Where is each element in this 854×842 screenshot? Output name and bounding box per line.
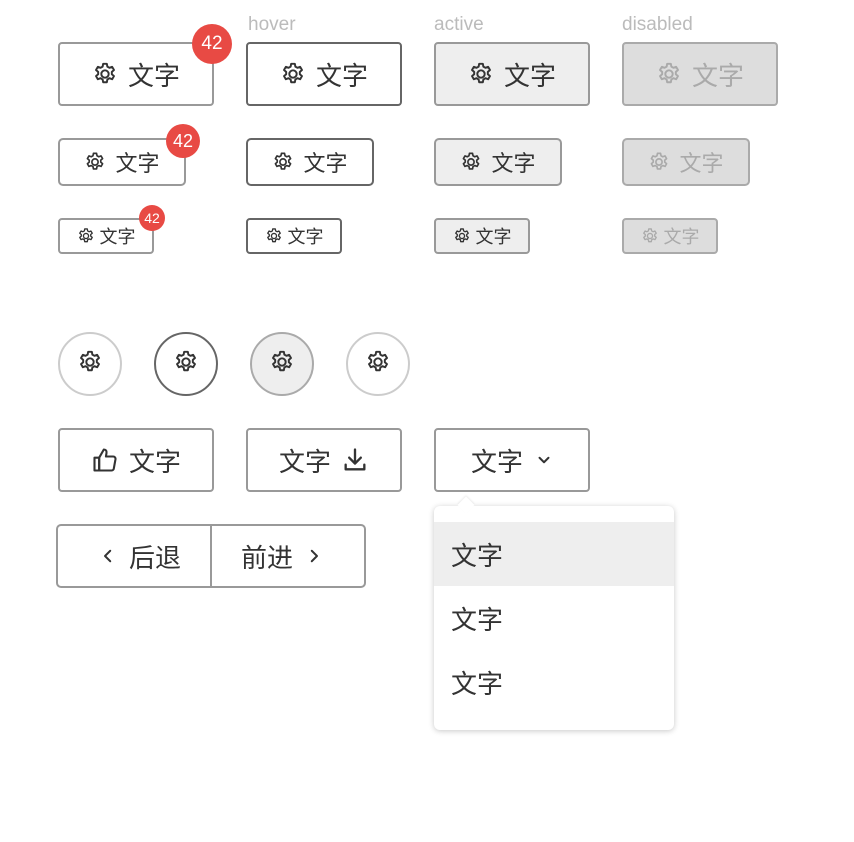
button-label: 文字 (470, 447, 523, 478)
button-label: 文字 (115, 152, 160, 177)
dropdown-button[interactable]: 文字 (434, 428, 590, 492)
notification-badge: 42 (192, 24, 232, 64)
state-label-active: active (434, 14, 484, 35)
button-label: 文字 (287, 227, 324, 248)
back-button[interactable]: 后退 (58, 526, 210, 586)
forward-button[interactable]: 前进 (210, 526, 364, 586)
icon-button-active[interactable] (250, 332, 314, 396)
gear-icon (265, 227, 283, 245)
gear-icon (77, 227, 95, 245)
large-button-default[interactable]: 文字 (58, 42, 214, 106)
gear-icon (656, 61, 682, 87)
gear-icon (468, 61, 494, 87)
button-label: 文字 (491, 152, 536, 177)
button-label: 文字 (278, 447, 331, 478)
gear-icon (648, 151, 670, 173)
button-label: 文字 (475, 227, 512, 248)
back-forward-group: 后退 前进 (56, 524, 366, 588)
large-button-hover[interactable]: 文字 (246, 42, 402, 106)
large-button-active[interactable]: 文字 (434, 42, 590, 106)
gear-icon (280, 61, 306, 87)
thumbs-up-icon (91, 446, 119, 474)
button-label: 文字 (127, 61, 180, 92)
button-label: 文字 (691, 61, 744, 92)
gear-icon (272, 151, 294, 173)
gear-icon (92, 61, 118, 87)
small-button-disabled: 文字 (622, 218, 718, 254)
download-icon (341, 446, 369, 474)
chevron-down-icon (535, 451, 553, 469)
chevron-left-icon (87, 547, 129, 565)
button-label: 文字 (503, 61, 556, 92)
gear-icon (365, 349, 391, 379)
button-label: 文字 (663, 227, 700, 248)
large-button-disabled: 文字 (622, 42, 778, 106)
medium-button-hover[interactable]: 文字 (246, 138, 374, 186)
back-label: 后退 (128, 543, 181, 574)
gear-icon (641, 227, 659, 245)
button-label: 文字 (679, 152, 724, 177)
menu-item[interactable]: 文字 (434, 522, 674, 586)
small-button-hover[interactable]: 文字 (246, 218, 342, 254)
gear-icon (453, 227, 471, 245)
medium-button-disabled: 文字 (622, 138, 750, 186)
like-button[interactable]: 文字 (58, 428, 214, 492)
gear-icon (173, 349, 199, 379)
forward-label: 前进 (240, 543, 293, 574)
menu-item[interactable]: 文字 (434, 586, 674, 650)
state-label-disabled: disabled (622, 14, 693, 35)
icon-button-hover[interactable] (154, 332, 218, 396)
button-label: 文字 (128, 447, 181, 478)
state-label-hover: hover (248, 14, 296, 35)
notification-badge: 42 (166, 124, 200, 158)
gear-icon (84, 151, 106, 173)
gear-icon (77, 349, 103, 379)
small-button-active[interactable]: 文字 (434, 218, 530, 254)
gear-icon (460, 151, 482, 173)
button-label: 文字 (99, 227, 136, 248)
download-button[interactable]: 文字 (246, 428, 402, 492)
menu-item[interactable]: 文字 (434, 650, 674, 714)
gear-icon (269, 349, 295, 379)
medium-button-active[interactable]: 文字 (434, 138, 562, 186)
button-label: 文字 (303, 152, 348, 177)
notification-badge: 42 (139, 205, 165, 231)
dropdown-menu: 文字 文字 文字 (434, 496, 674, 730)
button-label: 文字 (315, 61, 368, 92)
icon-button-outline[interactable] (346, 332, 410, 396)
chevron-right-icon (293, 547, 335, 565)
icon-button-default[interactable] (58, 332, 122, 396)
